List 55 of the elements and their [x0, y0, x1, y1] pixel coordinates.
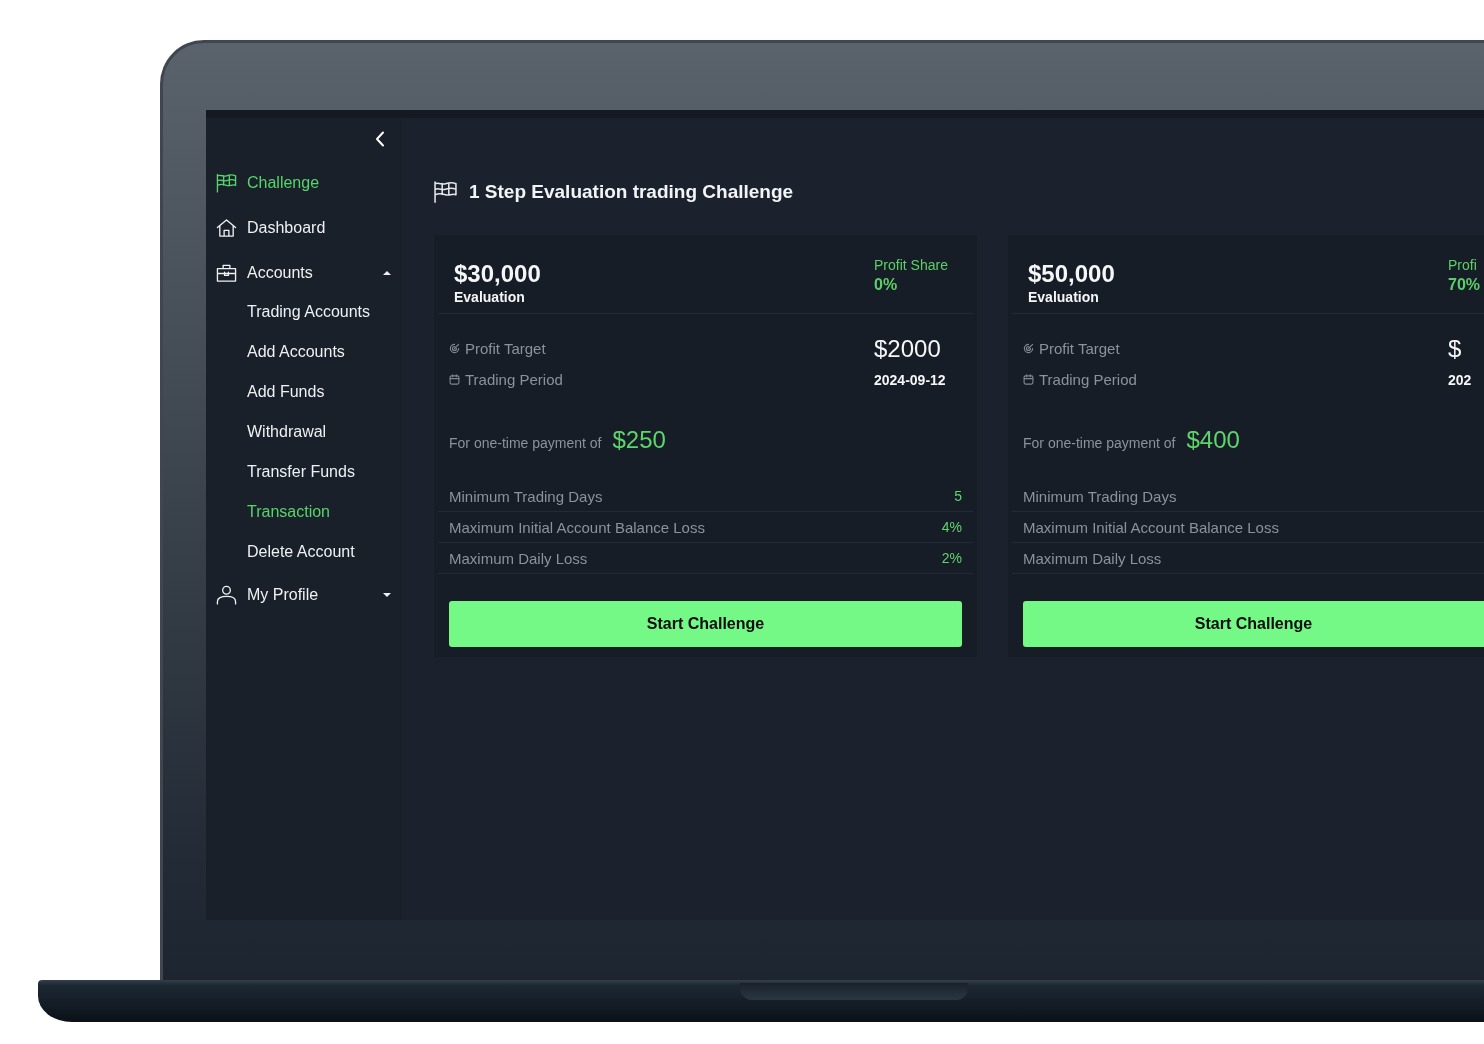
caret-down-icon[interactable]	[383, 592, 391, 597]
rule-label: Maximum Initial Account Balance Loss	[1023, 518, 1279, 536]
detail-label: Profit Target	[465, 340, 546, 357]
flag-icon	[216, 172, 237, 193]
evaluation-label: Evaluation	[454, 288, 525, 306]
profit-share-label: Profi	[1448, 256, 1477, 275]
sidebar-subitem[interactable]: Withdrawal	[247, 412, 327, 452]
payment-amount: $250	[612, 425, 666, 455]
sidebar-subitem[interactable]: Add Accounts	[247, 332, 345, 372]
sidebar-item[interactable]: Dashboard	[206, 205, 402, 250]
flag-icon	[433, 181, 458, 203]
detail-value: 2024-09-12	[874, 371, 946, 388]
person-icon	[216, 584, 237, 605]
payment-label: For one-time payment of	[449, 435, 602, 451]
target-icon	[449, 343, 460, 354]
payment-amount: $400	[1186, 425, 1240, 455]
rule-label: Minimum Trading Days	[449, 487, 603, 505]
sidebar-subitem[interactable]: Add Funds	[247, 372, 325, 412]
sidebar-subitem[interactable]: Trading Accounts	[247, 292, 371, 332]
rule-label: Maximum Initial Account Balance Loss	[449, 518, 705, 536]
page-title: 1 Step Evaluation trading Challenge	[469, 181, 794, 203]
house-icon	[216, 217, 237, 238]
rule-value: 4%	[941, 519, 962, 535]
sidebar-subitem[interactable]: Delete Account	[247, 532, 355, 572]
detail-value: $2000	[874, 334, 941, 362]
rule-value: 5	[954, 488, 962, 504]
rule-label: Maximum Daily Loss	[449, 549, 588, 567]
sidebar-subitem[interactable]: Transfer Funds	[247, 452, 355, 492]
briefcase-icon	[216, 262, 237, 283]
rule-label: Minimum Trading Days	[1023, 487, 1177, 505]
detail-label: Profit Target	[1039, 340, 1120, 357]
start-challenge-button[interactable]: Start Challenge	[1023, 601, 1484, 647]
caret-up-icon[interactable]	[383, 270, 391, 275]
rule-value: 2%	[941, 550, 962, 566]
target-icon	[1023, 343, 1034, 354]
sidebar-item[interactable]: Challenge	[206, 160, 402, 205]
detail-label: Trading Period	[1039, 371, 1137, 388]
sidebar-subitem[interactable]: Transaction	[247, 492, 330, 532]
payment-label: For one-time payment of	[1023, 435, 1176, 451]
evaluation-amount: $30,000	[454, 260, 541, 288]
sidebar-item[interactable]: My Profile	[206, 572, 402, 617]
profit-share-value: 0%	[874, 275, 898, 295]
detail-value: $	[1448, 334, 1462, 362]
chevron-left-icon[interactable]	[375, 131, 385, 147]
calendar-icon	[1023, 374, 1034, 385]
evaluation-amount: $50,000	[1028, 260, 1115, 288]
start-challenge-button[interactable]: Start Challenge	[449, 601, 962, 647]
calendar-icon	[449, 374, 460, 385]
evaluation-label: Evaluation	[1028, 288, 1099, 306]
rule-label: Maximum Daily Loss	[1023, 549, 1162, 567]
detail-label: Trading Period	[465, 371, 563, 388]
profit-share-value: 70%	[1448, 275, 1481, 295]
detail-value: 202	[1448, 371, 1472, 388]
profit-share-label: Profit Share	[874, 256, 948, 275]
sidebar-item[interactable]: Accounts	[206, 250, 402, 295]
